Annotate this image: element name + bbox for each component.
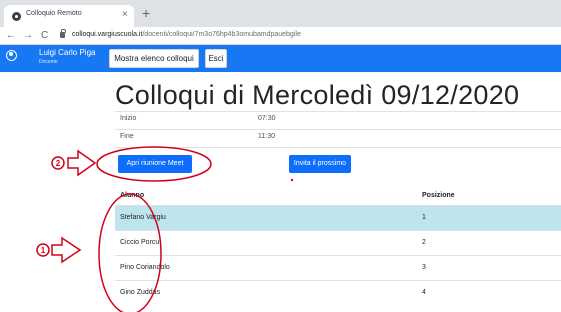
student-position: 4 [422,289,426,296]
globe-icon [12,12,21,21]
browser-tab[interactable]: Colloquio Remoto × [4,5,134,27]
user-role: Docente [39,59,58,65]
user-name: Luigi Carlo Piga [39,48,96,57]
close-tab-icon[interactable]: × [122,8,128,22]
start-value: 07:30 [258,115,276,122]
student-name: Ciccio Porcu [120,239,160,246]
end-label: Fine [120,133,134,140]
address-bar[interactable]: colloqui.vargiuscuola.it/docenti/colloqu… [72,31,301,38]
student-position: 1 [422,214,426,221]
tab-title: Colloquio Remoto [26,10,82,17]
table-row[interactable]: Gino Zuddas 4 [115,280,561,305]
student-name: Stefano Vargiu [120,214,166,221]
student-position: 2 [422,239,426,246]
student-position: 3 [422,264,426,271]
show-interviews-button[interactable]: Mostra elenco colloqui [109,49,199,68]
browser-tabstrip: Colloquio Remoto × + [0,0,561,27]
table-row[interactable]: Pino Coriandolo 3 [115,255,561,280]
forward-icon[interactable]: → [23,29,33,43]
exit-button[interactable]: Esci [205,49,227,68]
new-tab-icon[interactable]: + [142,4,150,22]
open-meet-button[interactable]: Apri riunione Meet [118,155,192,173]
end-value: 11:30 [258,133,275,140]
page-title: Colloqui di Mercoledì 09/12/2020 [115,80,520,110]
table-row[interactable]: Ciccio Porcu 2 [115,230,561,255]
student-name: Gino Zuddas [120,289,161,296]
student-name: Pino Coriandolo [120,264,170,271]
url-host: colloqui.vargiuscuola.it [72,31,143,38]
back-icon[interactable]: ← [6,29,16,43]
app-navbar: Luigi Carlo Piga Docente Mostra elenco c… [0,45,561,72]
start-row: Inizio 07:30 [0,115,561,129]
start-label: Inizio [120,115,137,122]
main-content: Colloqui di Mercoledì 09/12/2020 Inizio … [0,72,561,312]
lock-icon[interactable] [60,29,66,38]
end-row: Fine 11:30 [0,133,561,147]
url-path: /docenti/colloqui/7m3o76hp4b3omubamdpaue… [142,31,301,38]
divider [115,147,561,148]
browser-toolbar: ← → C colloqui.vargiuscuola.it/docenti/c… [0,27,561,45]
invite-next-button[interactable]: Invita il prossimo [289,155,351,173]
reload-icon[interactable]: C [41,29,48,43]
user-icon [6,50,17,61]
table-row[interactable]: Stefano Vargiu 1 [115,205,561,230]
column-header-student: Alunno [120,192,145,199]
column-header-position: Posizione [422,192,455,199]
divider [115,129,561,130]
divider [115,111,561,112]
